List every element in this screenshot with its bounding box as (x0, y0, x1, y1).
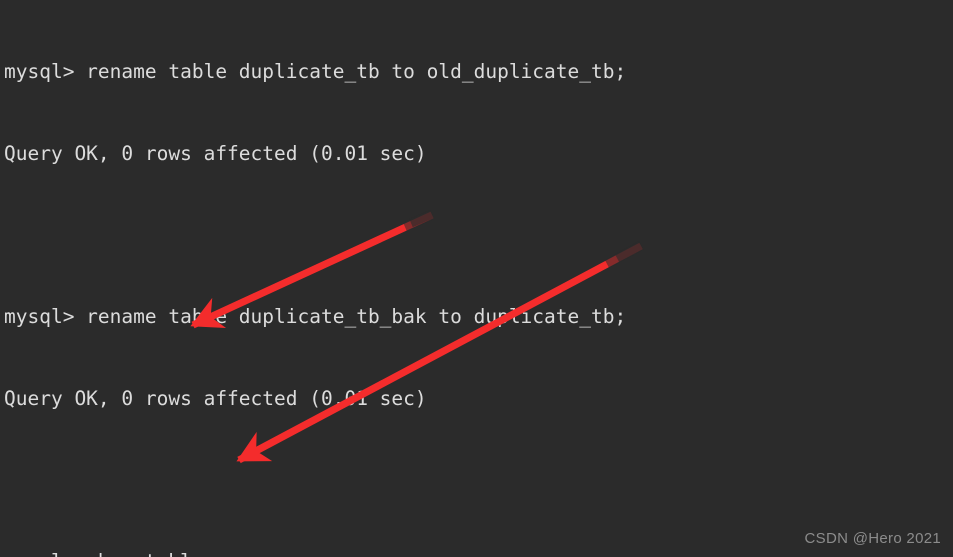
terminal-line: mysql> show tables; (4, 548, 949, 557)
csdn-watermark: CSDN @Hero 2021 (804, 530, 941, 547)
terminal-window: mysql> rename table duplicate_tb to old_… (0, 0, 953, 557)
terminal-line: mysql> rename table duplicate_tb_bak to … (4, 305, 627, 329)
terminal-output[interactable]: mysql> rename table duplicate_tb to old_… (4, 4, 949, 557)
terminal-line: Query OK, 0 rows affected (0.01 sec) (4, 142, 427, 165)
terminal-line: Query OK, 0 rows affected (0.01 sec) (4, 386, 427, 410)
terminal-line: mysql> rename table duplicate_tb to old_… (4, 60, 627, 84)
